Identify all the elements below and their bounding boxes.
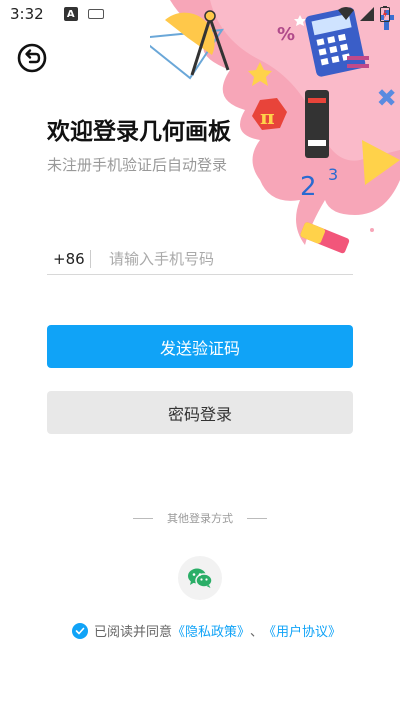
page-subtitle: 未注册手机验证后自动登录 <box>47 156 228 174</box>
back-icon <box>17 43 47 73</box>
svg-text:2: 2 <box>300 172 317 202</box>
wechat-icon <box>188 568 213 588</box>
agreement-checkbox[interactable] <box>72 622 88 639</box>
page-title: 欢迎登录几何画板 <box>47 119 231 145</box>
status-right <box>338 6 390 22</box>
vertical-divider <box>90 249 91 268</box>
battery-icon <box>380 6 390 22</box>
status-bar: 3:32 A <box>0 0 400 28</box>
svg-text:π: π <box>260 105 275 129</box>
agreement-row: 已阅读并同意 《隐私政策》 、 《用户协议》 <box>72 621 341 640</box>
agreement-prefix: 已阅读并同意 <box>94 625 173 640</box>
other-login-label: 其他登录方式 <box>167 512 233 525</box>
svg-text:3: 3 <box>328 165 338 184</box>
user-agreement-link[interactable]: 《用户协议》 <box>263 621 341 640</box>
status-time: 3:32 <box>10 5 44 23</box>
other-login-divider: 其他登录方式 <box>0 510 400 526</box>
password-login-button[interactable]: 密码登录 <box>47 391 353 434</box>
wifi-icon <box>338 7 354 20</box>
phone-field-row: +86 <box>47 243 353 275</box>
phone-input[interactable] <box>109 249 329 268</box>
divider-line-right <box>247 517 267 519</box>
divider-line-left <box>133 517 153 519</box>
wechat-login-button[interactable] <box>178 556 222 600</box>
agreement-separator: 、 <box>250 625 264 640</box>
notification-a-icon: A <box>63 7 78 21</box>
country-code-selector[interactable]: +86 <box>47 250 90 268</box>
signal-icon <box>360 7 374 21</box>
privacy-policy-link[interactable]: 《隐私政策》 <box>172 621 250 640</box>
keyboard-icon <box>87 9 104 19</box>
check-icon <box>75 627 85 634</box>
send-code-button[interactable]: 发送验证码 <box>47 325 353 368</box>
back-button[interactable] <box>16 42 48 74</box>
